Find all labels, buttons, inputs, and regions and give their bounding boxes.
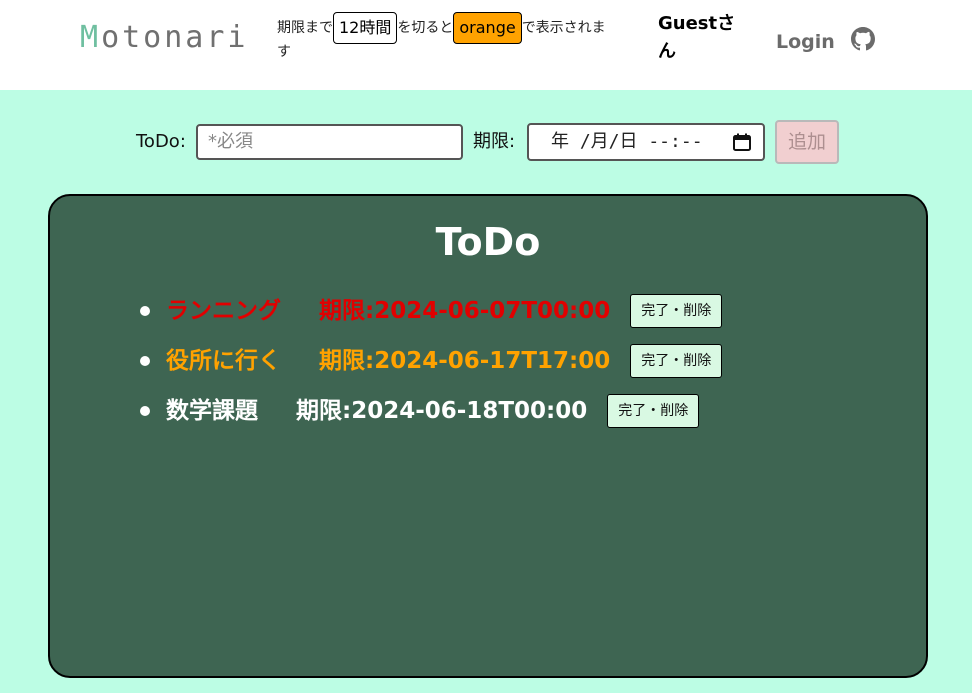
todo-name: 役所に行く xyxy=(166,348,281,374)
notice-text-3: で表示されま xyxy=(521,20,606,36)
notice-text-2: を切ると xyxy=(397,20,454,36)
todo-deadline: 期限:2024-06-18T00:00 xyxy=(296,398,588,424)
todo-item: ランニング 期限:2024-06-07T00:00 完了・削除 xyxy=(140,286,723,336)
todo-deadline: 期限:2024-06-07T00:00 xyxy=(319,298,611,324)
todo-name: ランニング xyxy=(166,298,281,324)
deadline-notice: 期限まで 12時間 を切ると orange で表示されま す xyxy=(277,12,632,66)
deadline-datetime-input[interactable]: 年 /月/日 --:-- xyxy=(527,123,765,161)
panel-title: ToDo xyxy=(435,220,541,264)
bullet-icon xyxy=(140,406,150,416)
login-link[interactable]: Login xyxy=(776,28,835,56)
todo-deadline: 期限:2024-06-17T17:00 xyxy=(319,348,611,374)
color-badge: orange xyxy=(453,12,522,44)
todo-item: 数学課題 期限:2024-06-18T00:00 完了・削除 xyxy=(140,386,722,436)
limit-label: 期限: xyxy=(473,131,516,152)
todo-item: 役所に行く 期限:2024-06-17T17:00 完了・削除 xyxy=(140,336,723,386)
notice-text-1: 期限まで xyxy=(277,20,333,36)
bullet-icon xyxy=(140,356,150,366)
complete-delete-button[interactable]: 完了・削除 xyxy=(630,344,723,378)
guest-user-label: Guestさん xyxy=(658,13,736,62)
add-button[interactable]: 追加 xyxy=(775,120,839,164)
github-icon[interactable] xyxy=(851,27,875,51)
logo-text: Motonari xyxy=(80,20,249,55)
todo-input[interactable]: *必須 xyxy=(196,124,463,160)
date-placeholder: 年 /月/日 --:-- xyxy=(551,131,703,152)
calendar-icon[interactable] xyxy=(733,133,751,151)
threshold-badge: 12時間 xyxy=(333,12,398,44)
add-todo-form: ToDo: *必須 期限: 年 /月/日 --:-- 追加 xyxy=(0,120,972,164)
todo-label: ToDo: xyxy=(136,131,186,152)
bullet-icon xyxy=(140,306,150,316)
top-header: Motonari 期限まで 12時間 を切ると orange で表示されま す Gues… xyxy=(0,0,972,90)
todo-name: 数学課題 xyxy=(166,398,258,424)
complete-delete-button[interactable]: 完了・削除 xyxy=(630,294,723,328)
complete-delete-button[interactable]: 完了・削除 xyxy=(607,394,700,428)
motonari-logo[interactable]: Motonari xyxy=(80,18,249,58)
todo-panel: ToDo ランニング 期限:2024-06-07T00:00 完了・削除 役所に… xyxy=(48,194,928,678)
todo-list: ランニング 期限:2024-06-07T00:00 完了・削除 役所に行く 期限… xyxy=(140,286,723,436)
